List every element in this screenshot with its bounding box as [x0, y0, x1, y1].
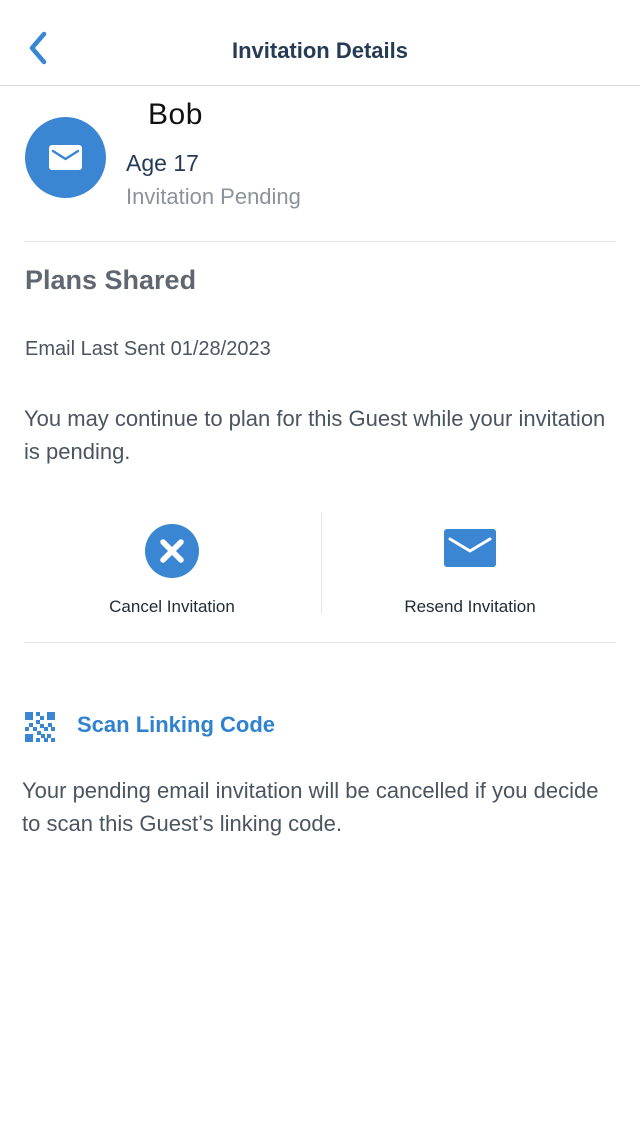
divider — [24, 642, 616, 643]
envelope-icon — [49, 145, 82, 170]
email-last-sent: Email Last Sent 01/28/2023 — [25, 338, 271, 360]
guest-name: Bob — [148, 98, 203, 131]
envelope-icon — [444, 529, 496, 567]
guest-age: Age 17 — [126, 150, 199, 176]
cancel-invitation-button[interactable]: Cancel Invitation — [24, 512, 320, 622]
close-circle-icon — [145, 524, 199, 578]
scan-note: Your pending email invitation will be ca… — [22, 778, 599, 836]
avatar — [25, 117, 106, 198]
resend-invitation-button[interactable]: Resend Invitation — [322, 512, 618, 622]
top-nav-bar: Invitation Details — [0, 0, 640, 86]
plan-note: You may continue to plan for this Guest … — [24, 406, 606, 464]
scan-linking-code-label: Scan Linking Code — [77, 712, 276, 737]
qr-code-icon — [25, 712, 55, 742]
divider — [24, 241, 616, 242]
resend-invitation-label: Resend Invitation — [404, 597, 536, 616]
page-title: Invitation Details — [231, 38, 409, 63]
plans-shared-heading: Plans Shared — [25, 265, 197, 295]
invitation-status: Invitation Pending — [126, 184, 301, 209]
scan-linking-code-link[interactable]: Scan Linking Code — [25, 708, 325, 744]
cancel-invitation-label: Cancel Invitation — [109, 597, 235, 616]
